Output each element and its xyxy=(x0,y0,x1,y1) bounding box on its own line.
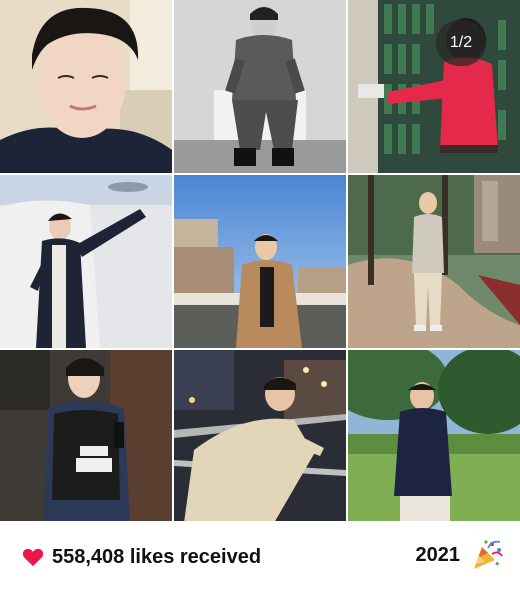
year-text: 2021 xyxy=(415,543,461,566)
photo-tile-8[interactable] xyxy=(174,350,346,523)
photo-grid xyxy=(0,0,520,523)
likes-count-text: 558,408 likes received xyxy=(52,545,262,568)
photo-tile-4[interactable] xyxy=(0,175,172,348)
photo-selfie xyxy=(0,0,172,173)
photo-tile-2[interactable] xyxy=(174,0,346,173)
photo-tile-9[interactable] xyxy=(348,350,520,523)
photo-military xyxy=(174,0,346,173)
photo-park-path xyxy=(348,175,520,348)
page-indicator: 1/2 xyxy=(436,20,486,66)
photo-garden xyxy=(348,350,520,523)
photo-red-jumpsuit xyxy=(348,0,520,173)
photo-tile-1[interactable] xyxy=(0,0,172,173)
photo-camel-coat xyxy=(174,175,346,348)
year-summary: 2021 xyxy=(416,537,505,573)
photo-night-bridge xyxy=(174,350,346,523)
photo-tile-6[interactable] xyxy=(348,175,520,348)
photo-tile-3[interactable] xyxy=(348,0,520,173)
photo-police xyxy=(0,350,172,523)
photo-navy-coat xyxy=(0,175,172,348)
party-popper-icon xyxy=(474,540,503,569)
photo-tile-7[interactable] xyxy=(0,350,172,523)
photo-tile-5[interactable] xyxy=(174,175,346,348)
heart-icon xyxy=(22,548,44,567)
footer-bar: 558,408 likes received 2021 xyxy=(0,521,520,590)
likes-summary: 558,408 likes received xyxy=(22,543,261,571)
